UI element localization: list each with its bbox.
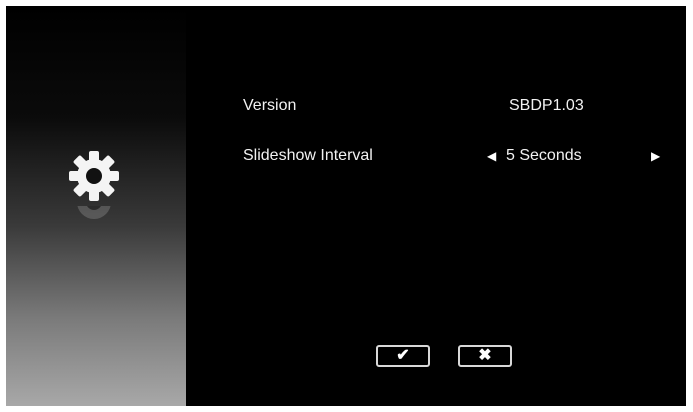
cancel-button[interactable]: ✖ xyxy=(458,345,512,367)
slideshow-interval-label: Slideshow Interval xyxy=(243,147,373,164)
settings-screen: Version SBDP1.03 Slideshow Interval ◀ 5 … xyxy=(6,6,686,406)
gear-icon xyxy=(66,148,122,204)
confirm-button[interactable]: ✔ xyxy=(376,345,430,367)
slideshow-interval-row[interactable]: Slideshow Interval ◀ 5 Seconds ▶ xyxy=(243,144,673,168)
x-icon: ✖ xyxy=(478,347,492,364)
left-triangle-icon[interactable]: ◀ xyxy=(487,144,496,168)
checkmark-icon: ✔ xyxy=(396,347,410,364)
settings-panel: Version SBDP1.03 Slideshow Interval ◀ 5 … xyxy=(186,6,686,406)
version-label: Version xyxy=(243,97,297,114)
right-triangle-icon[interactable]: ▶ xyxy=(651,144,660,168)
version-value: SBDP1.03 xyxy=(509,97,584,114)
slideshow-interval-value: 5 Seconds xyxy=(506,147,582,164)
sidebar xyxy=(6,6,186,406)
gear-reflection xyxy=(66,206,122,230)
version-row: Version SBDP1.03 xyxy=(243,94,673,118)
